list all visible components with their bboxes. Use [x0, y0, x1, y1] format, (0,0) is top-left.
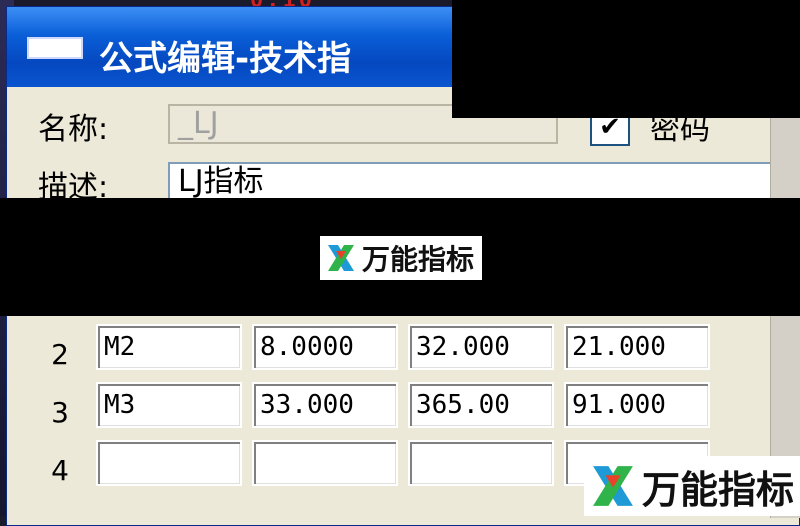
watermark-text: 万能指标 [641, 467, 794, 512]
row-number: 2 [51, 338, 69, 371]
row-number: 4 [51, 454, 69, 487]
param-name-cell[interactable]: M2 [96, 324, 242, 370]
window-title: 公式编辑-技术指 [99, 39, 352, 79]
param-min-cell[interactable] [252, 440, 398, 486]
logo-mark-icon [328, 245, 354, 271]
param-max-cell[interactable] [408, 440, 554, 486]
param-name-cell[interactable] [96, 440, 242, 486]
name-label: 名称: [38, 112, 109, 147]
param-default-cell[interactable]: 21.000 [564, 324, 710, 370]
param-max-cell[interactable]: 32.000 [408, 324, 554, 370]
description-field[interactable]: LJ指标 [168, 162, 778, 202]
redaction-block-top [452, 0, 800, 118]
param-name-cell[interactable]: M3 [96, 382, 242, 428]
param-max-cell[interactable]: 365.00 [408, 382, 554, 428]
param-min-cell[interactable]: 33.000 [252, 382, 398, 428]
param-min-cell[interactable]: 8.0000 [252, 324, 398, 370]
window-icon [27, 37, 83, 59]
row-number: 3 [51, 396, 69, 429]
watermark-logo-center: 万能指标 [320, 236, 482, 280]
logo-mark-icon [593, 466, 633, 506]
param-default-cell[interactable]: 91.000 [564, 382, 710, 428]
watermark-logo-corner: 万能指标 [584, 456, 800, 516]
watermark-text: 万能指标 [362, 243, 475, 276]
